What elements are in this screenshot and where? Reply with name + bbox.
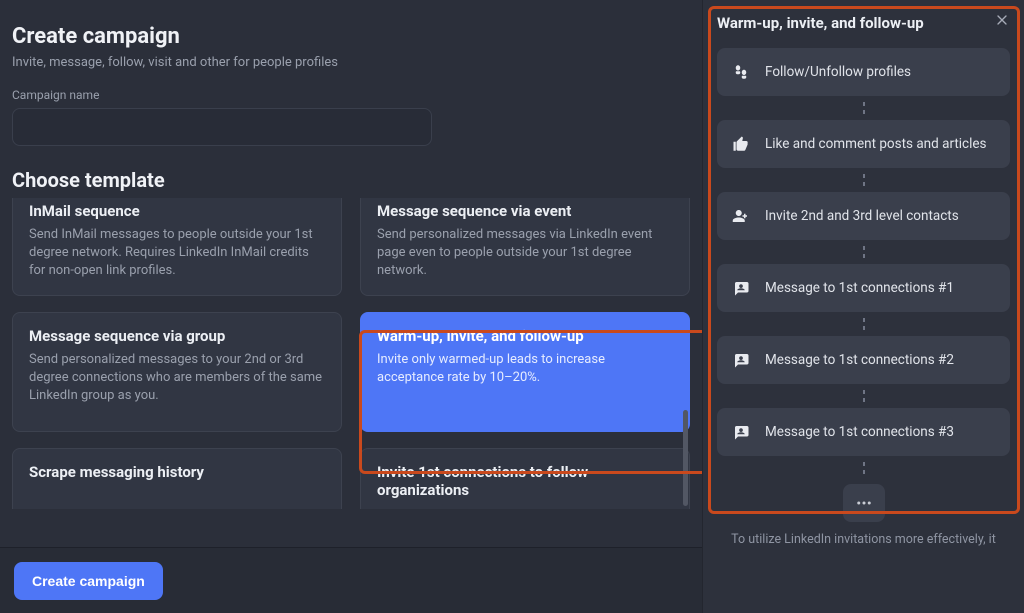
template-card-msg-group[interactable]: Message sequence via group Send personal… (12, 312, 342, 432)
chat-person-icon (731, 278, 751, 298)
close-icon[interactable] (994, 12, 1010, 32)
step-label: Message to 1st connections #3 (765, 423, 954, 441)
workflow-step[interactable]: Message to 1st connections #1 (717, 264, 1010, 312)
create-campaign-button[interactable]: Create campaign (14, 562, 163, 600)
step-connector (717, 456, 1010, 480)
workflow-step[interactable]: Message to 1st connections #3 (717, 408, 1010, 456)
step-connector (717, 96, 1010, 120)
workflow-step[interactable]: Follow/Unfollow profiles (717, 48, 1010, 96)
step-label: Message to 1st connections #1 (765, 279, 954, 297)
page-title: Create campaign (12, 24, 690, 49)
choose-template-heading: Choose template (12, 168, 690, 192)
person-plus-icon (731, 206, 751, 226)
template-title: Message sequence via event (377, 202, 673, 220)
template-title: Invite 1st connections to follow organiz… (377, 463, 673, 499)
step-connector (717, 384, 1010, 408)
step-connector (717, 168, 1010, 192)
workflow-step[interactable]: Invite 2nd and 3rd level contacts (717, 192, 1010, 240)
campaign-name-input[interactable] (12, 108, 432, 146)
panel-title: Warm-up, invite, and follow-up (717, 14, 1010, 32)
step-label: Like and comment posts and articles (765, 135, 987, 153)
template-desc: Invite only warmed-up leads to increase … (377, 351, 673, 387)
template-title: Warm-up, invite, and follow-up (377, 327, 673, 345)
template-title: InMail sequence (29, 202, 325, 220)
more-steps-button[interactable] (843, 484, 885, 522)
step-label: Follow/Unfollow profiles (765, 63, 911, 81)
template-desc: Send personalized messages to your 2nd o… (29, 351, 325, 406)
campaign-name-label: Campaign name (12, 88, 690, 102)
thumbs-up-icon (731, 134, 751, 154)
workflow-step[interactable]: Message to 1st connections #2 (717, 336, 1010, 384)
step-connector (717, 312, 1010, 336)
template-desc: Send personalized messages via LinkedIn … (377, 226, 673, 281)
step-label: Invite 2nd and 3rd level contacts (765, 207, 959, 225)
chat-person-icon (731, 422, 751, 442)
template-card-invite-org[interactable]: Invite 1st connections to follow organiz… (360, 448, 690, 509)
step-connector (717, 240, 1010, 264)
footsteps-icon (731, 62, 751, 82)
template-title: Message sequence via group (29, 327, 325, 345)
panel-footer-text: To utilize LinkedIn invitations more eff… (717, 522, 1010, 547)
templates-scrollbar[interactable] (683, 410, 688, 506)
step-label: Message to 1st connections #2 (765, 351, 954, 369)
template-card-msg-event[interactable]: Message sequence via event Send personal… (360, 198, 690, 296)
template-card-warmup[interactable]: Warm-up, invite, and follow-up Invite on… (360, 312, 690, 432)
workflow-step[interactable]: Like and comment posts and articles (717, 120, 1010, 168)
template-card-inmail[interactable]: InMail sequence Send InMail messages to … (12, 198, 342, 296)
template-card-scrape[interactable]: Scrape messaging history (12, 448, 342, 509)
chat-person-icon (731, 350, 751, 370)
template-title: Scrape messaging history (29, 463, 325, 481)
page-subtitle: Invite, message, follow, visit and other… (12, 55, 690, 70)
template-desc: Send InMail messages to people outside y… (29, 226, 325, 281)
